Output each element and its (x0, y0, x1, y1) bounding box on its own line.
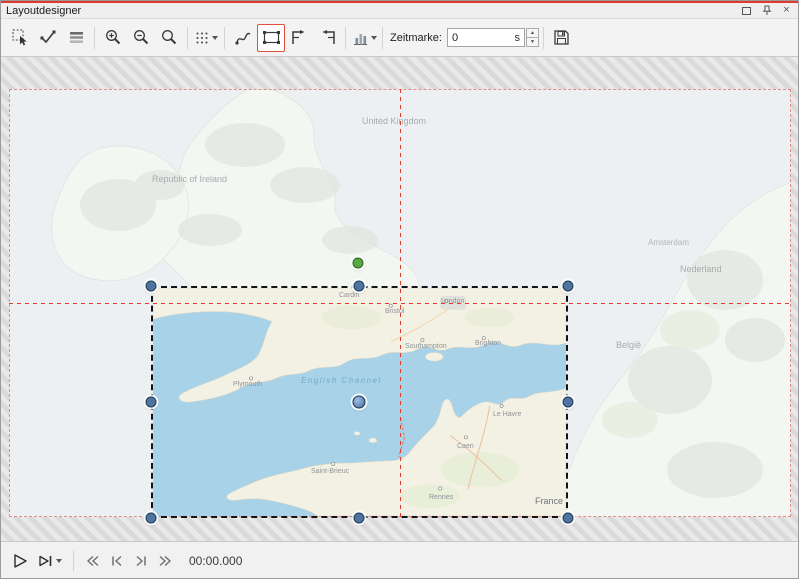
selection-handle-top-left[interactable] (146, 281, 157, 292)
fast-backward-icon (85, 553, 101, 569)
display-options-caret (371, 36, 377, 40)
camera-pan-tool-button[interactable] (257, 24, 285, 52)
toolbar-separator (382, 27, 383, 49)
path-out-icon (318, 28, 337, 47)
maximize-icon (742, 7, 751, 15)
edit-points-tool-button[interactable] (34, 24, 62, 52)
display-options-button[interactable] (350, 24, 378, 52)
map-label-nederland: Nederland (680, 264, 722, 274)
pin-button[interactable] (760, 4, 773, 17)
play-from-here-button[interactable] (35, 549, 64, 573)
zoom-out-icon (132, 28, 151, 47)
save-button[interactable] (548, 24, 576, 52)
path-in-icon (290, 28, 309, 47)
playbar-separator (73, 551, 74, 571)
grid-button[interactable] (192, 24, 220, 52)
fast-forward-button[interactable] (155, 549, 175, 573)
path-in-button[interactable] (285, 24, 313, 52)
step-backward-button[interactable] (107, 549, 127, 573)
window-title: Layoutdesigner (6, 5, 81, 17)
toolbar-separator (94, 27, 95, 49)
select-tool-button[interactable] (6, 24, 34, 52)
map-label-amsterdam: Amsterdam (648, 238, 689, 247)
stepper-down-button[interactable]: ▼ (526, 37, 539, 47)
zeitmarke-stepper: ▲ ▼ (526, 28, 539, 47)
maximize-button[interactable] (740, 4, 753, 17)
map-label-belgie: België (616, 340, 641, 350)
zeitmarke-input[interactable] (448, 32, 513, 44)
map-label-le-havre: Le Havre (493, 411, 521, 418)
selection-handle-bottom-left[interactable] (146, 513, 157, 524)
map-label-brighton: Brighton (475, 340, 501, 347)
pin-icon (762, 5, 772, 16)
zoom-in-button[interactable] (99, 24, 127, 52)
timecode-display: 00:00.000 (189, 554, 242, 568)
close-icon: × (783, 4, 789, 17)
selection-handle-middle-right[interactable] (563, 397, 574, 408)
playback-bar: 00:00.000 (1, 541, 798, 579)
map-label-southampton: Southampton (405, 343, 447, 350)
zeitmarke-unit: s (512, 32, 524, 44)
layout-canvas[interactable]: United Kingdom Republic of Ireland Amste… (1, 57, 798, 541)
zoom-out-button[interactable] (127, 24, 155, 52)
chart-icon (351, 29, 369, 47)
toolbar-separator (224, 27, 225, 49)
toolbar-separator (345, 27, 346, 49)
toolbar: Zeitmarke: s ▲ ▼ (1, 19, 798, 57)
select-tool-icon (11, 28, 30, 47)
step-backward-icon (109, 553, 125, 569)
layoutdesigner-window: Layoutdesigner × (0, 0, 799, 579)
map-label-bristol: Bristol (385, 308, 404, 315)
accent-line (1, 1, 798, 3)
grid-dropdown-caret (212, 36, 218, 40)
layers-icon (67, 28, 86, 47)
save-icon (552, 28, 571, 47)
motion-path-button[interactable] (229, 24, 257, 52)
step-forward-button[interactable] (131, 549, 151, 573)
play-options-caret[interactable] (56, 559, 62, 563)
motion-path-icon (234, 28, 253, 47)
grid-icon (194, 30, 210, 46)
toolbar-separator (187, 27, 188, 49)
map-label-plymouth: Plymouth (233, 381, 262, 388)
selection-handle-bottom-middle[interactable] (354, 513, 365, 524)
fast-forward-icon (157, 553, 173, 569)
play-button[interactable] (9, 549, 31, 573)
close-button[interactable]: × (780, 4, 793, 17)
map-label-united-kingdom: United Kingdom (362, 116, 426, 126)
map-label-caen: Caen (457, 443, 474, 450)
fast-backward-button[interactable] (83, 549, 103, 573)
map-label-saint-brieuc: Saint-Brieuc (311, 468, 349, 475)
selection-center-handle[interactable] (353, 396, 366, 409)
map-label-rennes: Rennes (429, 494, 453, 501)
titlebar: Layoutdesigner × (1, 3, 798, 19)
zoom-in-icon (104, 28, 123, 47)
map-label-cardiff: Cardiff (339, 292, 360, 299)
map-label-republic-of-ireland: Republic of Ireland (152, 174, 227, 184)
toolbar-separator (543, 27, 544, 49)
step-forward-icon (133, 553, 149, 569)
zoom-reset-icon (160, 28, 179, 47)
map-label-france: France (535, 496, 563, 506)
selection-handle-top-middle[interactable] (354, 281, 365, 292)
layers-tool-button[interactable] (62, 24, 90, 52)
map-label-english-channel: English Channel (301, 376, 382, 385)
center-guide-vertical (400, 89, 401, 517)
play-from-here-icon (37, 552, 54, 570)
selection-handle-bottom-right[interactable] (563, 513, 574, 524)
play-icon (11, 552, 29, 570)
rotation-handle[interactable] (353, 258, 364, 269)
zeitmarke-field: s (447, 28, 525, 47)
camera-frame-icon (262, 28, 281, 47)
zoom-reset-button[interactable] (155, 24, 183, 52)
selection-handle-top-right[interactable] (563, 281, 574, 292)
window-buttons: × (740, 4, 793, 17)
path-out-button[interactable] (313, 24, 341, 52)
zeitmarke-label: Zeitmarke: (390, 32, 442, 44)
selection-handle-middle-left[interactable] (146, 397, 157, 408)
edit-points-icon (39, 28, 58, 47)
